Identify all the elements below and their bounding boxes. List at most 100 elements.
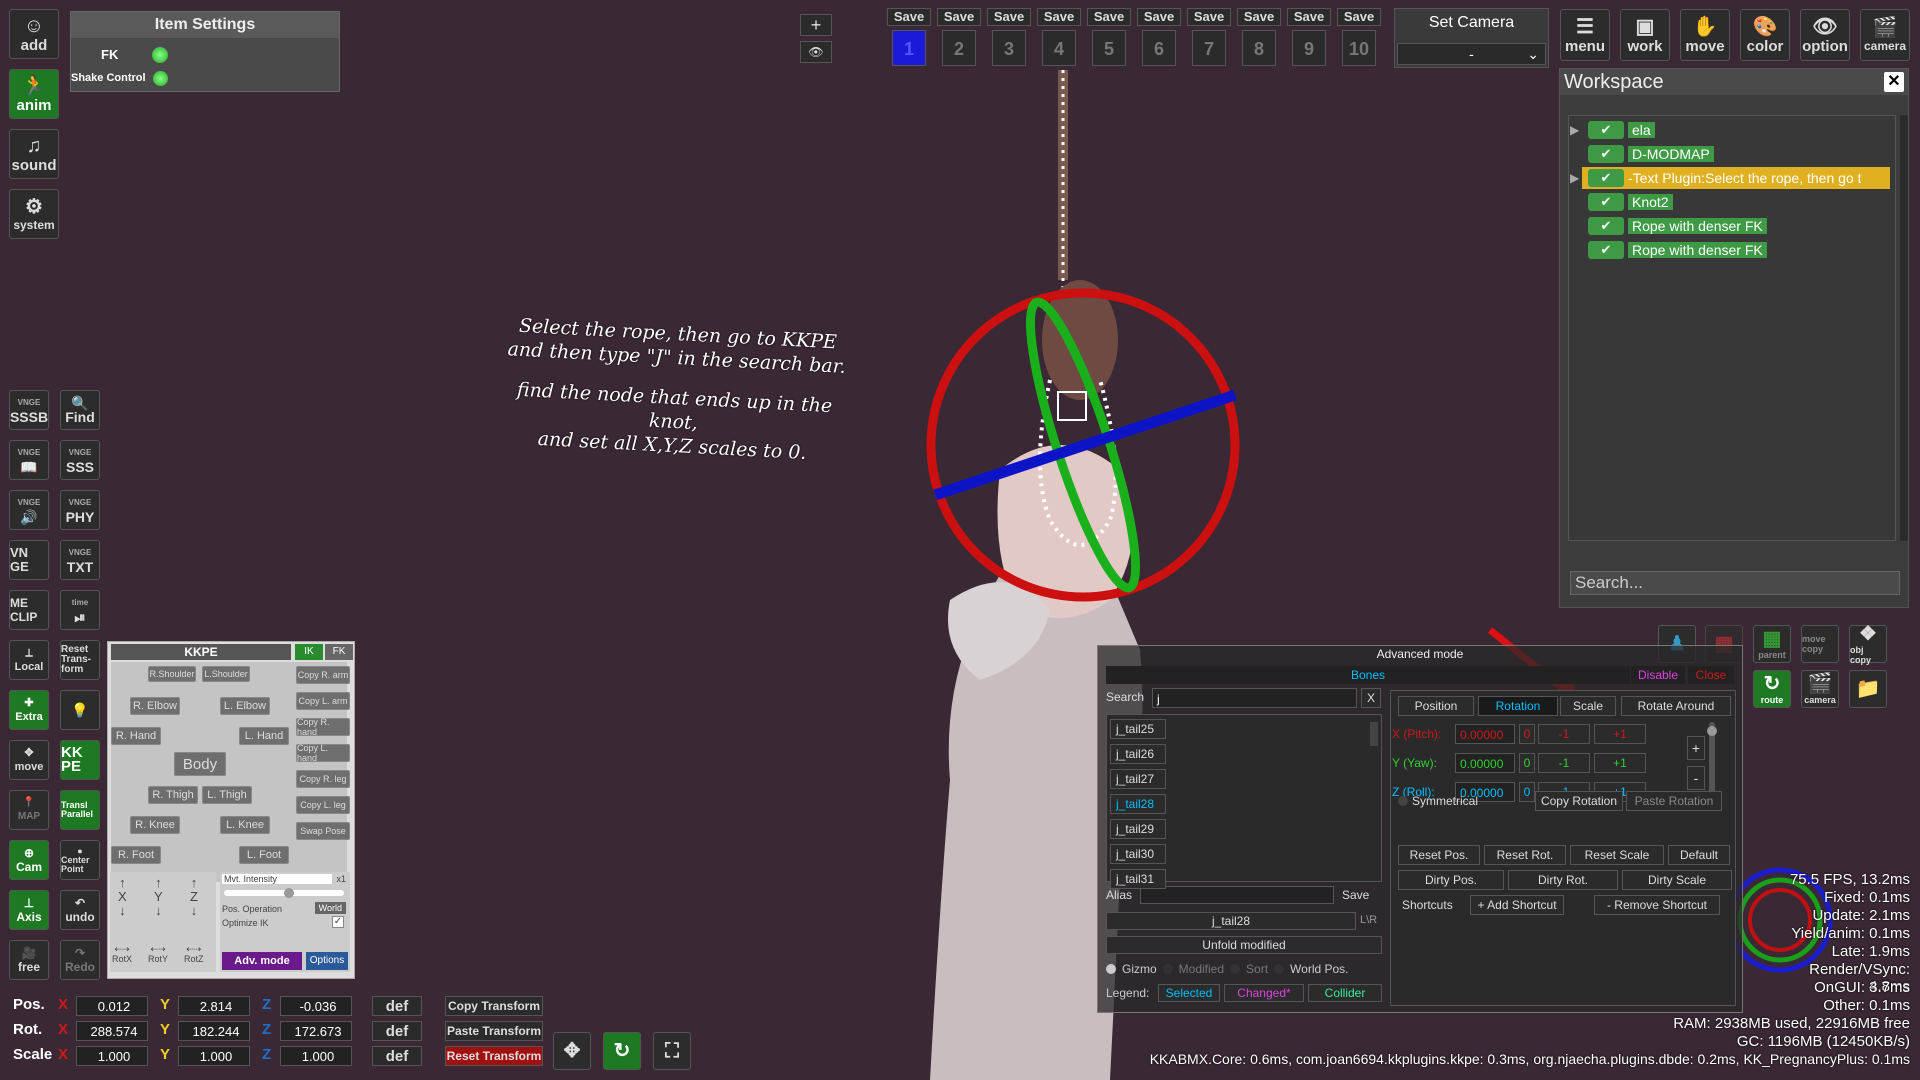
axis-1-zero-button[interactable]: 0 xyxy=(1519,753,1535,773)
save-button[interactable]: Save xyxy=(1037,8,1081,26)
route-button[interactable]: ↻ route xyxy=(1753,670,1791,708)
axis-2-zero-button[interactable]: 0 xyxy=(1519,782,1535,802)
r-shoulder-button[interactable]: R.Shoulder xyxy=(148,666,196,682)
bone-item[interactable]: j_tail27 xyxy=(1110,769,1166,789)
gizmo-radio[interactable] xyxy=(1106,964,1116,974)
x-move-control[interactable]: ↑ X ↓ xyxy=(118,876,127,918)
camera-select[interactable]: - ⌄ xyxy=(1397,43,1546,65)
move-gizmo-button[interactable]: ✥ xyxy=(553,1032,591,1070)
add-button[interactable]: ☺ add xyxy=(9,9,59,59)
visibility-checkbox[interactable]: ✔ xyxy=(1588,169,1624,187)
rotz-control[interactable]: ⇠⇢ RotZ xyxy=(184,944,204,964)
alias-input[interactable] xyxy=(1140,886,1334,904)
search-clear-button[interactable]: X xyxy=(1361,688,1381,708)
sound-button[interactable]: ♫ sound xyxy=(9,129,59,179)
l-knee-button[interactable]: L. Knee xyxy=(220,816,270,834)
reset-transform-red-button[interactable]: Reset Transform xyxy=(445,1046,543,1066)
find-button[interactable]: 🔍 Find xyxy=(60,390,100,430)
save-slot-6[interactable]: Save 6 xyxy=(1137,8,1181,66)
y-move-control[interactable]: ↑ Y ↓ xyxy=(154,876,163,918)
workspace-item[interactable]: ✔ Rope with denser FK xyxy=(1582,215,1890,237)
workspace-item[interactable]: ▶ ✔ ela xyxy=(1570,119,1890,141)
bone-item[interactable]: j_tail26 xyxy=(1110,744,1166,764)
free-button[interactable]: 🎥 free xyxy=(9,940,49,980)
copy-l-arm-button[interactable]: Copy L. arm xyxy=(296,692,350,710)
scale-z-input[interactable]: 1.000 xyxy=(280,1046,352,1066)
copy-r-hand-button[interactable]: Copy R. hand xyxy=(296,717,350,737)
workspace-close-button[interactable]: ✕ xyxy=(1884,72,1904,92)
copy-l-leg-button[interactable]: Copy L. leg xyxy=(296,796,350,814)
lr-toggle[interactable]: L\R xyxy=(1360,914,1377,926)
rot-def-button[interactable]: def xyxy=(372,1021,422,1041)
fk-toggle[interactable] xyxy=(152,47,168,63)
axis-0-zero-button[interactable]: 0 xyxy=(1519,724,1535,744)
map-button[interactable]: 📍 MAP xyxy=(9,790,49,830)
modified-radio[interactable] xyxy=(1162,964,1173,974)
copy-transform-button[interactable]: Copy Transform xyxy=(445,996,543,1016)
visibility-checkbox[interactable]: ✔ xyxy=(1588,145,1624,163)
pos-def-button[interactable]: def xyxy=(372,996,422,1016)
light-button[interactable]: 💡 xyxy=(60,690,100,730)
vnge-sssb-button[interactable]: VNGE SSSB xyxy=(9,390,49,430)
r-foot-button[interactable]: R. Foot xyxy=(111,846,161,864)
vnge-book-button[interactable]: VNGE 📖 xyxy=(9,440,49,480)
l-thigh-button[interactable]: L. Thigh xyxy=(202,786,252,804)
visibility-checkbox[interactable]: ✔ xyxy=(1588,217,1624,235)
copy-rotation-button[interactable]: Copy Rotation xyxy=(1535,791,1623,811)
workspace-search-input[interactable]: Search... xyxy=(1570,571,1900,595)
adv-mode-button[interactable]: Adv. mode xyxy=(222,952,302,970)
save-button[interactable]: Save xyxy=(1087,8,1131,26)
axis-1-value[interactable]: 0.00000 xyxy=(1455,753,1515,773)
cam-button[interactable]: ⊕ Cam xyxy=(9,840,49,880)
view-toggle-button[interactable]: 👁 xyxy=(800,41,832,63)
save-button[interactable]: Save xyxy=(1187,8,1231,26)
extra-button[interactable]: ✚ Extra xyxy=(9,690,49,730)
obj-copy-button[interactable]: ❖ obj copy xyxy=(1849,623,1887,665)
disable-button[interactable]: Disable xyxy=(1631,666,1685,684)
bone-item[interactable]: j_tail31 xyxy=(1110,869,1166,889)
save-slot-8[interactable]: Save 8 xyxy=(1237,8,1281,66)
tab-scale[interactable]: Scale xyxy=(1560,696,1616,716)
r-hand-button[interactable]: R. Hand xyxy=(111,727,161,745)
swap-pose-button[interactable]: Swap Pose xyxy=(296,822,350,840)
l-foot-button[interactable]: L. Foot xyxy=(239,846,289,864)
save-button[interactable]: Save xyxy=(987,8,1031,26)
workspace-item[interactable]: ✔ D-MODMAP xyxy=(1582,143,1890,165)
move-copy-button[interactable]: move copy xyxy=(1801,625,1839,663)
save-button[interactable]: Save xyxy=(937,8,981,26)
save-button[interactable]: Save xyxy=(1137,8,1181,26)
scale-def-button[interactable]: def xyxy=(372,1046,422,1066)
save-slot-9[interactable]: Save 9 xyxy=(1287,8,1331,66)
move-tool-button[interactable]: ✥ move xyxy=(9,740,49,780)
dirty-pos-button[interactable]: Dirty Pos. xyxy=(1398,870,1504,890)
reset-scale-button[interactable]: Reset Scale xyxy=(1570,845,1664,865)
remove-shortcut-button[interactable]: - Remove Shortcut xyxy=(1594,895,1720,915)
z-move-control[interactable]: ↑ Z ↓ xyxy=(190,876,198,918)
default-button[interactable]: Default xyxy=(1668,845,1730,865)
tab-position[interactable]: Position xyxy=(1398,696,1474,716)
workspace-item[interactable]: ▶ ✔ -Text Plugin:Select the rope, then go … xyxy=(1570,167,1890,189)
tab-rotation[interactable]: Rotation xyxy=(1478,696,1558,716)
save-button[interactable]: Save xyxy=(1237,8,1281,26)
l-hand-button[interactable]: L. Hand xyxy=(239,727,289,745)
visibility-checkbox[interactable]: ✔ xyxy=(1588,121,1624,139)
reset-pos-button[interactable]: Reset Pos. xyxy=(1398,845,1480,865)
anim-button[interactable]: 🏃 anim xyxy=(9,69,59,119)
add-shortcut-button[interactable]: + Add Shortcut xyxy=(1470,895,1564,915)
copy-l-hand-button[interactable]: Copy L. hand xyxy=(296,743,350,763)
bone-item[interactable]: j_tail28 xyxy=(1110,794,1166,814)
bone-item[interactable]: j_tail30 xyxy=(1110,844,1166,864)
save-slot-4[interactable]: Save 4 xyxy=(1037,8,1081,66)
tab-rotate-around[interactable]: Rotate Around xyxy=(1621,696,1731,716)
system-button[interactable]: ⚙ system xyxy=(9,189,59,239)
vnge-sss-button[interactable]: VNGE SSS xyxy=(60,440,100,480)
scale-x-input[interactable]: 1.000 xyxy=(76,1046,148,1066)
symmetrical-toggle[interactable]: Symmetrical xyxy=(1398,794,1478,808)
rot-y-input[interactable]: 182.244 xyxy=(178,1021,250,1041)
vnge-phy-button[interactable]: VNGE PHY xyxy=(60,490,100,530)
axis-button[interactable]: ⊥ Axis xyxy=(9,890,49,930)
axis-0-minus-button[interactable]: -1 xyxy=(1538,724,1590,744)
bones-tab[interactable]: Bones xyxy=(1106,666,1630,684)
parent-button[interactable]: ▦ parent xyxy=(1753,625,1791,663)
fk-kkpe-toggle[interactable]: FK xyxy=(325,644,353,660)
